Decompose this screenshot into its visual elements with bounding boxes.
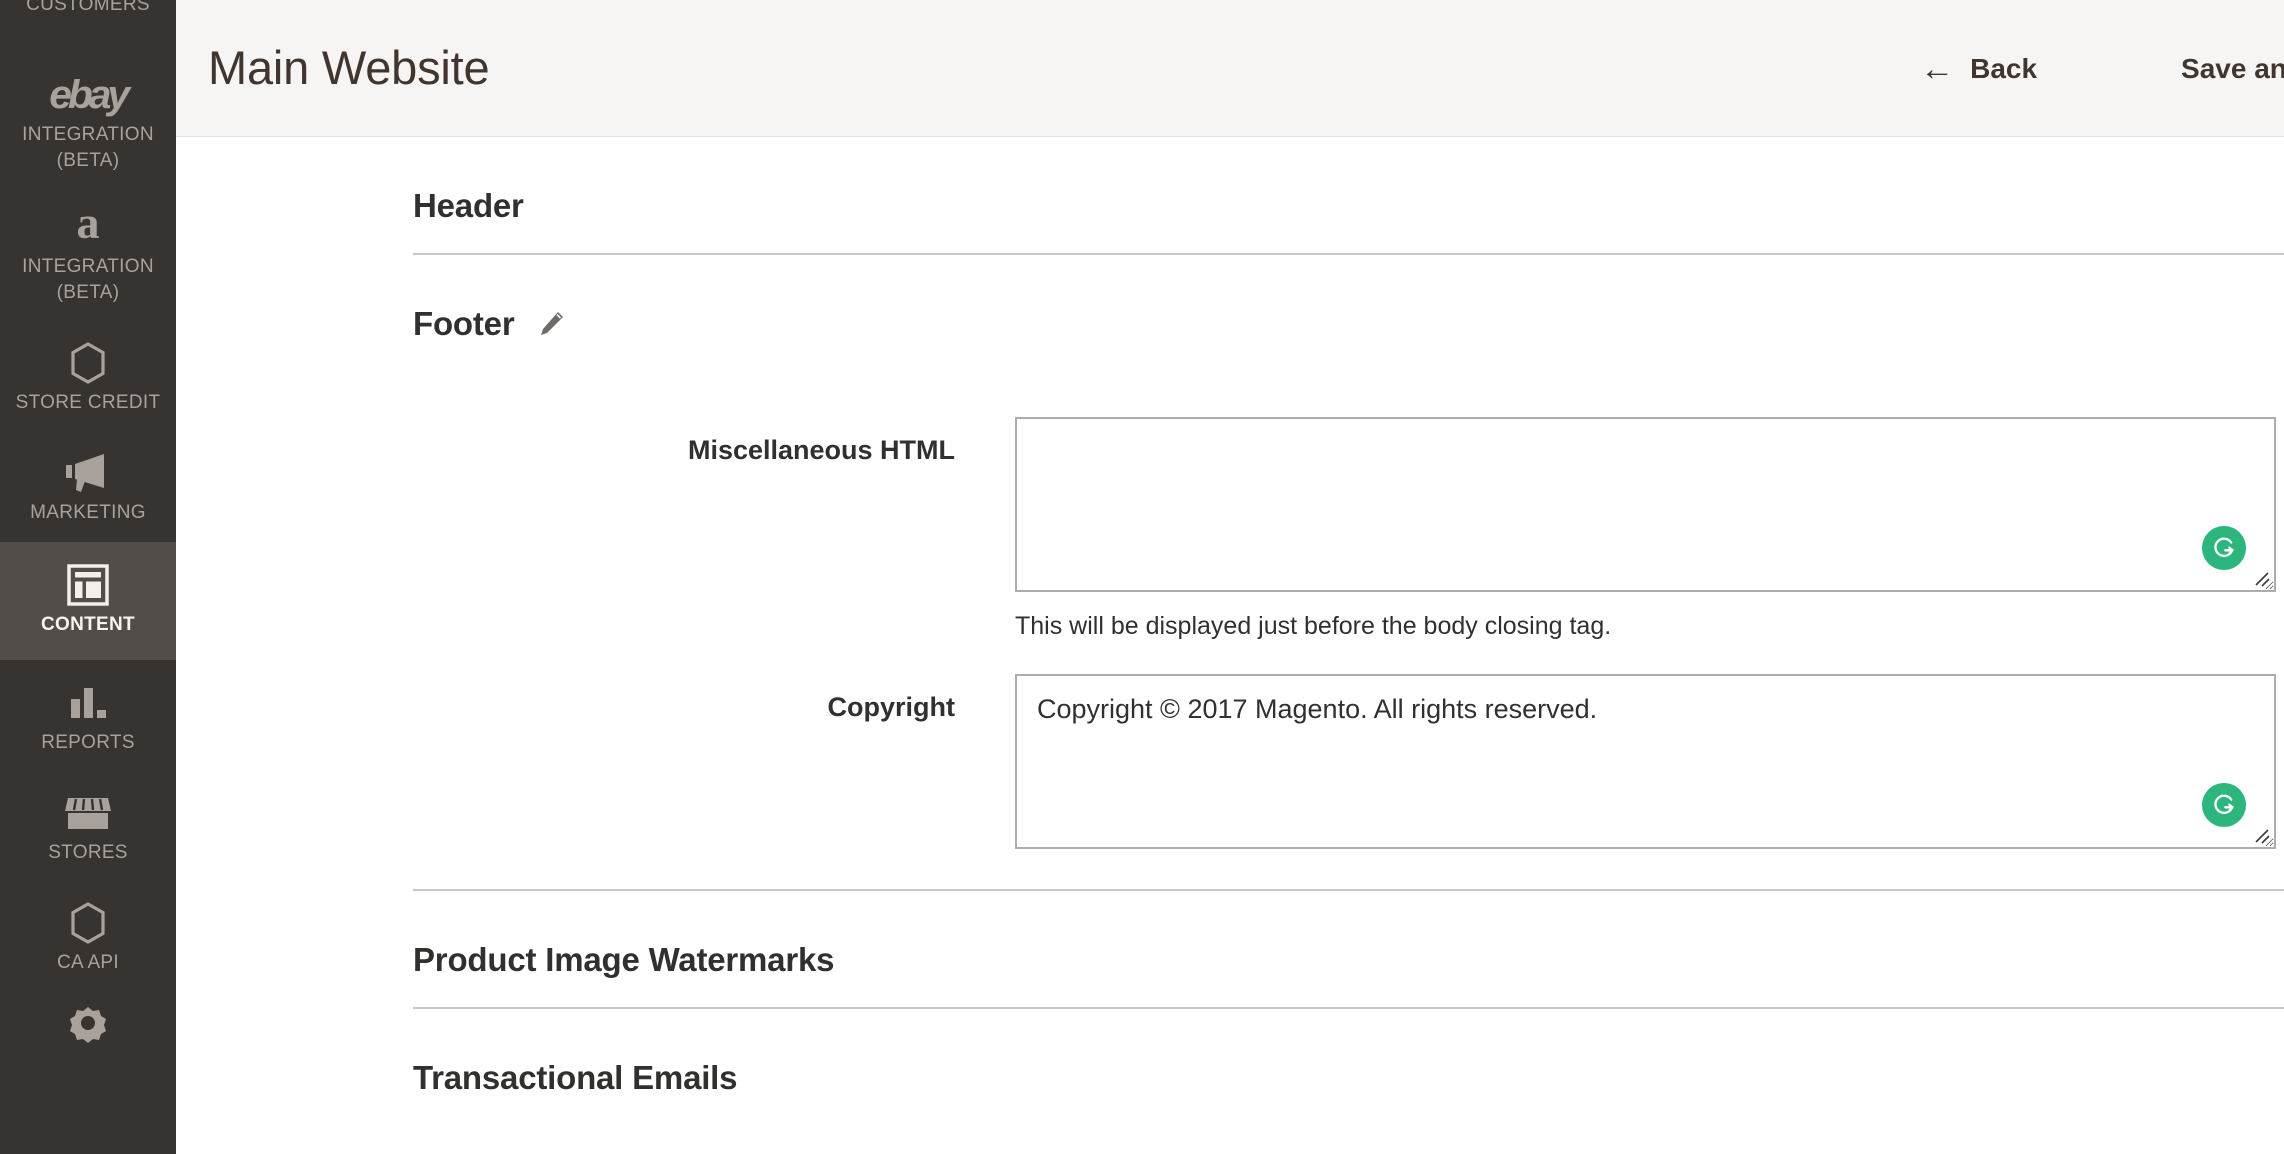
sidebar-item-label: CONTENT [41, 614, 135, 635]
sidebar-item-label: MARKETING [30, 502, 146, 523]
section-transactional-emails: Transactional Emails [176, 1009, 2284, 1125]
section-header: Header [176, 137, 2284, 253]
hexagon-icon [68, 900, 108, 946]
sidebar-item-label: REPORTS [41, 732, 135, 753]
sidebar-item-label: INTEGRATION (BETA) [22, 256, 154, 303]
page-header-bar: Main Website ← Back Save and C [176, 0, 2284, 137]
sidebar-item-label: INTEGRATION (BETA) [22, 124, 154, 171]
copyright-textarea-wrap [1015, 674, 2276, 849]
back-button[interactable]: ← Back [1908, 45, 2049, 93]
section-title: Footer [413, 305, 515, 342]
hexagon-icon [68, 340, 108, 386]
section-header-head[interactable]: Header [413, 137, 2284, 253]
main-content-area: Main Website ← Back Save and C Header [176, 0, 2284, 1154]
back-button-label: Back [1970, 52, 2038, 84]
copyright-label: Copyright [827, 692, 956, 722]
sidebar-item-label: STORE CREDIT [15, 392, 161, 413]
content-layout-icon [66, 562, 110, 608]
save-and-continue-button[interactable]: Save and C [2169, 45, 2284, 93]
arrow-left-icon: ← [1920, 49, 1955, 88]
page-title: Main Website [208, 41, 490, 94]
magento-admin-page: CUSTOMERS ebay INTEGRATION (BETA) a INTE… [0, 0, 2284, 1154]
grammarly-icon[interactable] [2202, 783, 2246, 827]
gear-icon [66, 1007, 110, 1043]
section-footer: Footer Miscellaneous HTML This will be d… [176, 255, 2284, 889]
section-title: Product Image Watermarks [413, 941, 835, 978]
sidebar-item-system[interactable] [0, 992, 176, 1058]
sidebar-item-store-credit[interactable]: STORE CREDIT [0, 322, 176, 432]
section-title: Header [413, 187, 524, 224]
pencil-icon[interactable] [536, 309, 566, 339]
storefront-icon [64, 790, 112, 836]
amazon-logo-icon: a [76, 197, 100, 250]
admin-sidebar: CUSTOMERS ebay INTEGRATION (BETA) a INTE… [0, 0, 176, 1154]
copyright-control [1015, 674, 2276, 849]
field-row-copyright: Copyright [413, 674, 2284, 849]
sidebar-item-label: CUSTOMERS [26, 0, 150, 15]
sidebar-item-label: STORES [48, 842, 128, 863]
sidebar-item-ca-api[interactable]: CA API [0, 882, 176, 992]
misc-html-control: This will be displayed just before the b… [1015, 417, 2276, 652]
megaphone-icon [64, 450, 112, 496]
misc-html-note: This will be displayed just before the b… [1015, 612, 1612, 640]
sidebar-item-content[interactable]: CONTENT [0, 542, 176, 660]
misc-html-label: Miscellaneous HTML [687, 435, 955, 465]
page-actions: ← Back Save and C [1908, 0, 2284, 137]
section-footer-head[interactable]: Footer [413, 255, 2284, 371]
sidebar-item-reports[interactable]: REPORTS [0, 660, 176, 772]
ebay-logo-icon: ebay [49, 72, 131, 118]
sidebar-item-stores[interactable]: STORES [0, 772, 176, 882]
section-title: Transactional Emails [413, 1059, 738, 1096]
misc-html-textarea-wrap [1015, 417, 2276, 592]
sidebar-item-customers[interactable]: CUSTOMERS [0, 0, 176, 54]
sidebar-item-marketing[interactable]: MARKETING [0, 432, 176, 542]
sidebar-item-amazon-integration[interactable]: a INTEGRATION (BETA) [0, 190, 176, 322]
settings-content: Header Footer Miscellaneous HTML This wi… [176, 137, 2284, 1125]
copyright-textarea[interactable] [1015, 674, 2276, 849]
section-watermarks: Product Image Watermarks [176, 891, 2284, 1007]
misc-html-textarea[interactable] [1015, 417, 2276, 592]
section-watermarks-head[interactable]: Product Image Watermarks [413, 891, 2284, 1007]
grammarly-icon[interactable] [2202, 526, 2246, 570]
bar-chart-icon [66, 680, 110, 726]
ebay-wordmark: ebay [49, 73, 131, 117]
sidebar-item-ebay-integration[interactable]: ebay INTEGRATION (BETA) [0, 54, 176, 190]
amazon-wordmark: a [76, 197, 100, 248]
sidebar-item-label: CA API [56, 952, 119, 973]
field-row-misc-html: Miscellaneous HTML This will be displaye… [413, 417, 2284, 652]
section-transactional-emails-head[interactable]: Transactional Emails [413, 1009, 2284, 1125]
